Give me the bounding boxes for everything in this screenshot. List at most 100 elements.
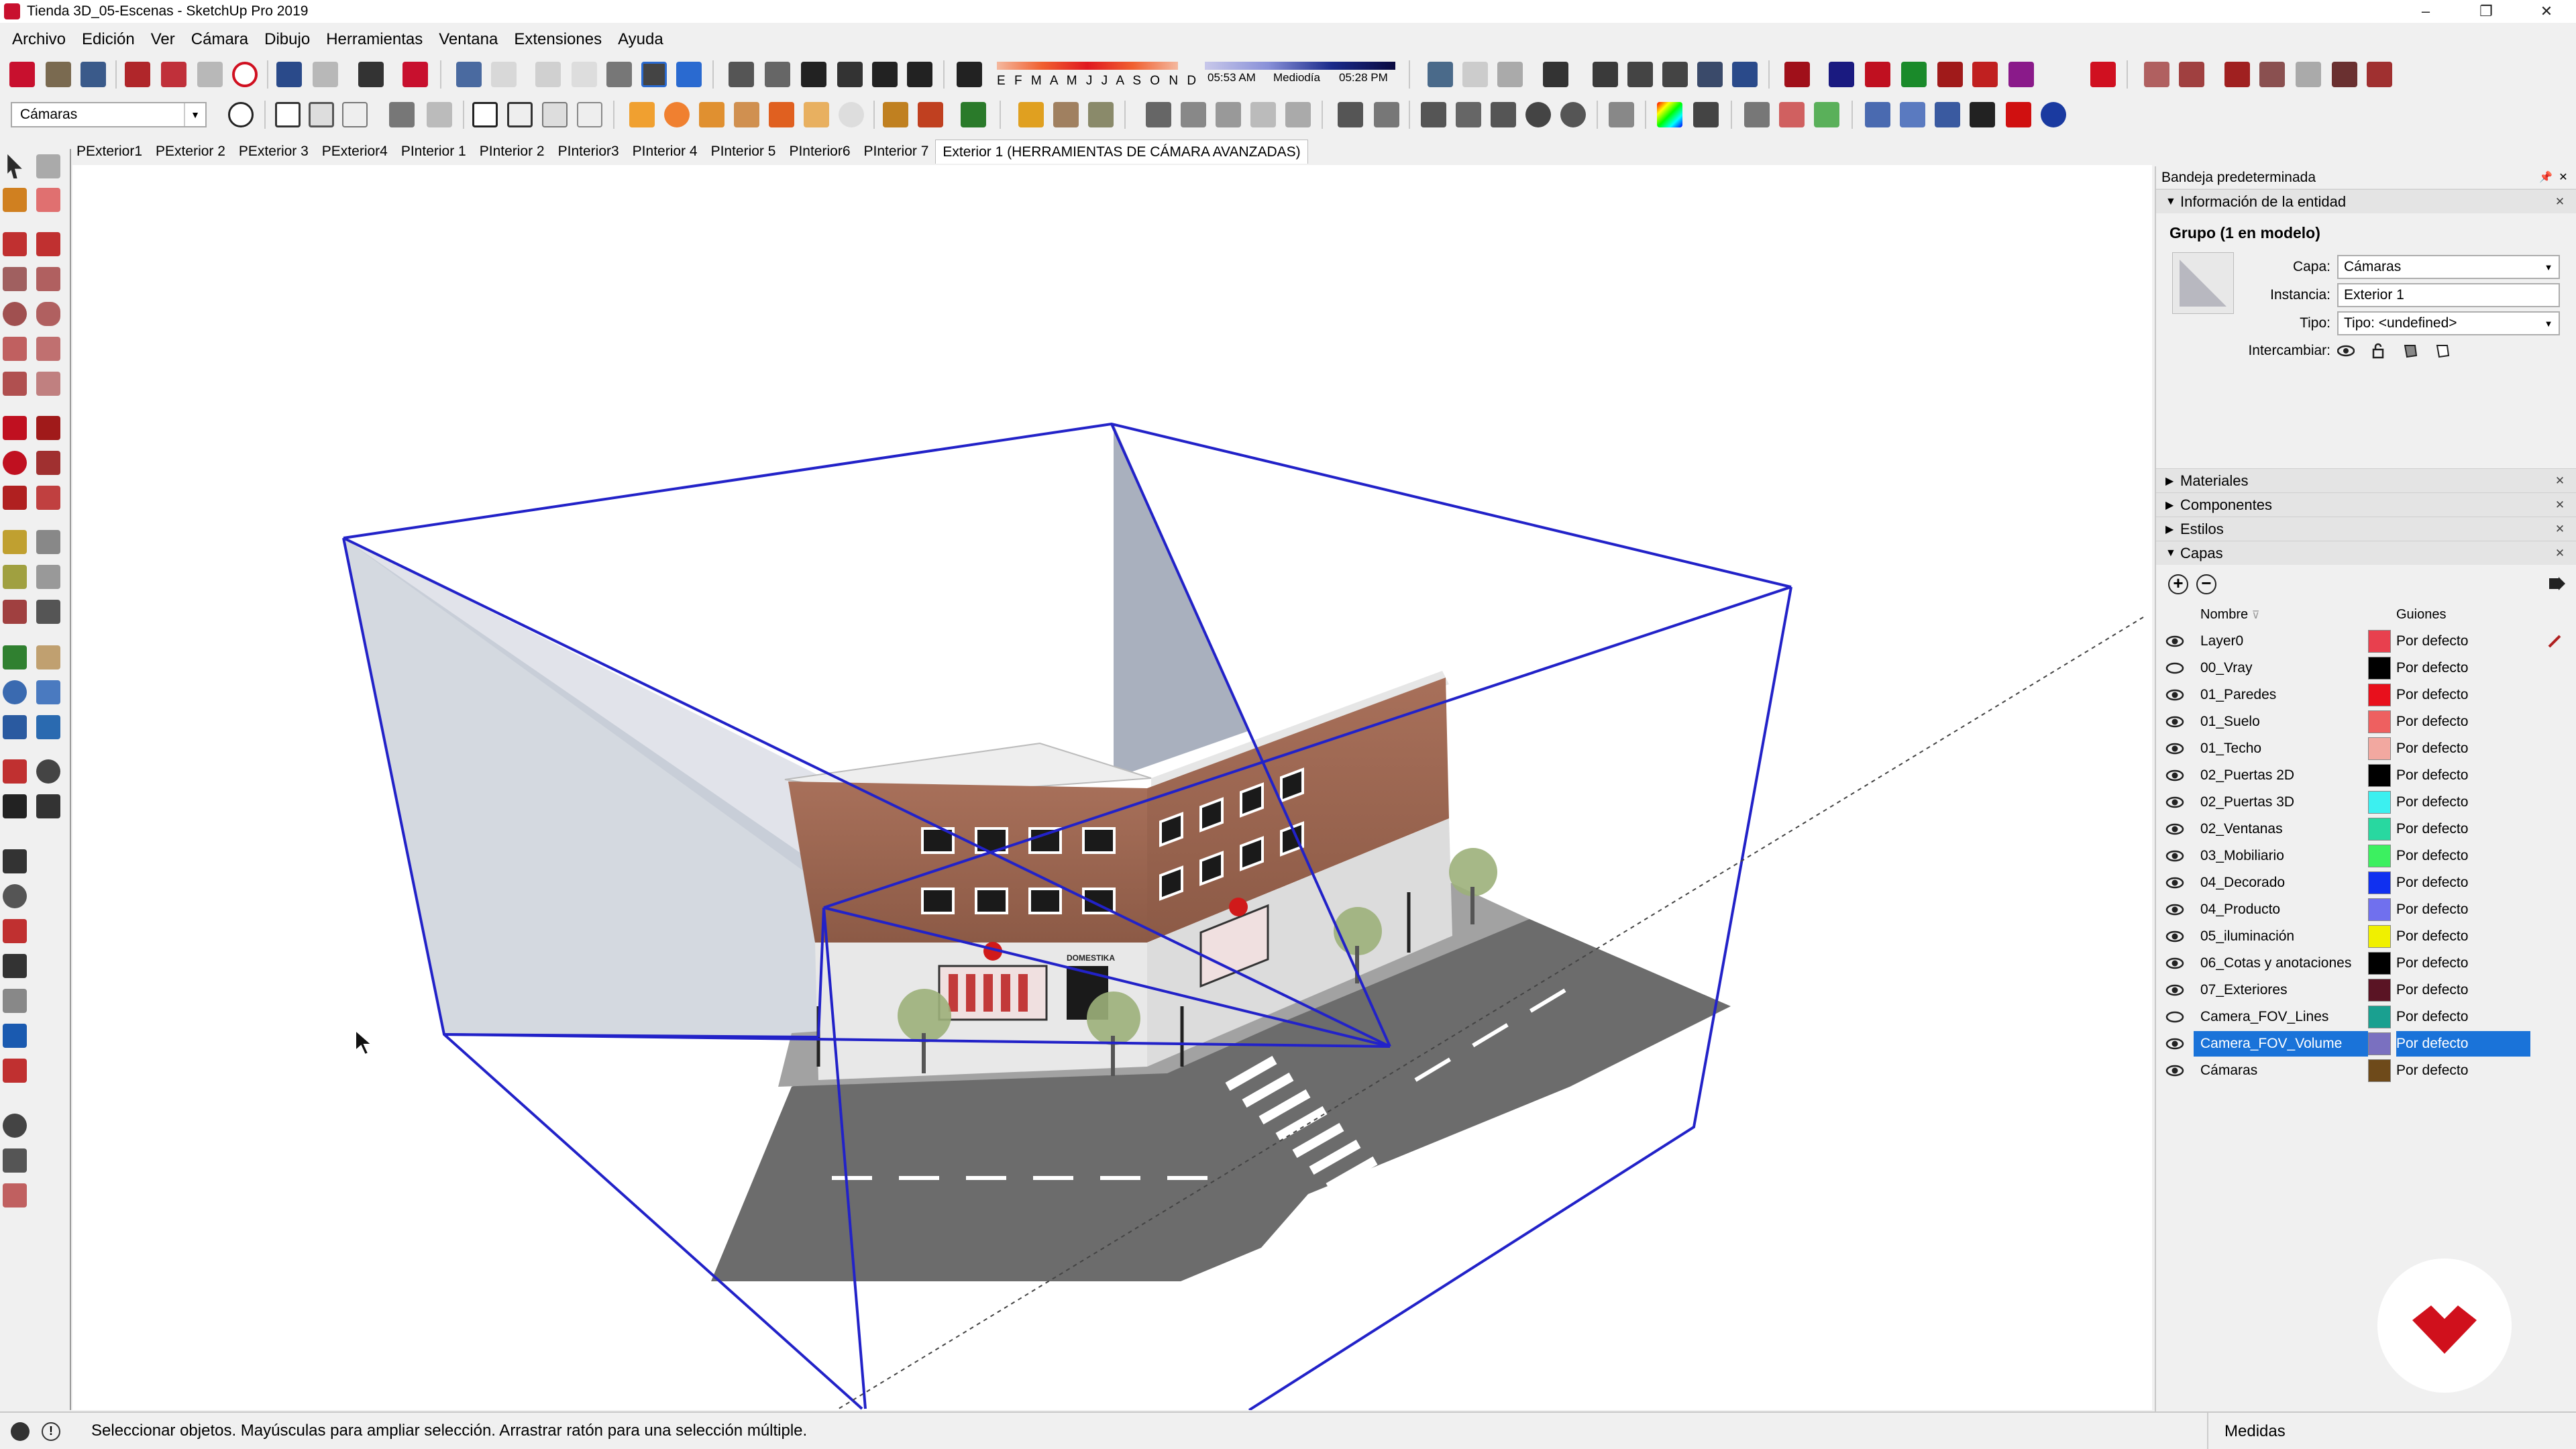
close-button[interactable]: ✕ (2516, 0, 2576, 23)
layer-dashes[interactable]: Por defecto (2396, 982, 2530, 998)
scene-tab[interactable]: PExterior4 (315, 140, 394, 164)
visible-eye-icon[interactable] (2156, 796, 2194, 809)
layer-row[interactable]: 07_Exteriores Por defecto (2156, 977, 2576, 1004)
section-cut-icon[interactable] (1462, 62, 1488, 87)
arc-icon[interactable] (804, 102, 829, 127)
menu-archivo[interactable]: Archivo (4, 30, 74, 49)
protractor-icon[interactable] (699, 102, 724, 127)
visible-eye-icon[interactable] (2156, 715, 2194, 729)
two-point-arc-icon[interactable] (36, 337, 60, 361)
scene-tab[interactable]: PInterior 7 (857, 140, 936, 164)
flip-green-icon[interactable] (1901, 62, 1927, 87)
tool-e-icon[interactable] (1285, 102, 1311, 127)
stamp-icon[interactable] (389, 102, 415, 127)
tool-b-icon[interactable] (1181, 102, 1206, 127)
layer-name[interactable]: Cámaras (2194, 1063, 2368, 1079)
layer-color-swatch[interactable] (2368, 1006, 2391, 1028)
back-edges-icon[interactable] (1627, 62, 1653, 87)
menu-ver[interactable]: Ver (143, 30, 183, 49)
layer-color-swatch[interactable] (2368, 1059, 2391, 1082)
plugin-1-icon[interactable] (2144, 62, 2169, 87)
components-header[interactable]: ▶ Componentes ✕ (2156, 492, 2576, 517)
orbit-icon[interactable] (3, 645, 27, 669)
section-plane-icon[interactable] (1428, 62, 1453, 87)
move-red-icon[interactable] (1784, 62, 1810, 87)
sub-icon[interactable] (1935, 102, 1960, 127)
scene-tab[interactable]: PExterior 3 (232, 140, 315, 164)
skin-icon[interactable] (1865, 102, 1890, 127)
walk-icon[interactable] (3, 794, 27, 818)
layer-dashes[interactable]: Por defecto (2396, 848, 2530, 864)
layer-color-swatch[interactable] (2368, 791, 2391, 814)
color-picker-icon[interactable] (1657, 102, 1682, 127)
pin-icon[interactable]: 📌 (2538, 170, 2553, 185)
layer-row[interactable]: 04_Decorado Por defecto (2156, 869, 2576, 896)
info-icon[interactable]: ! (42, 1422, 60, 1441)
plugin-2-icon[interactable] (2179, 62, 2204, 87)
paint-bucket-icon[interactable] (3, 188, 27, 212)
layer-name[interactable]: Camera_FOV_Lines (2194, 1009, 2368, 1025)
polygon-icon[interactable] (36, 302, 60, 326)
undo-icon[interactable] (276, 62, 302, 87)
text-tool-icon[interactable] (36, 565, 60, 589)
measurements-box[interactable]: Medidas (2207, 1413, 2576, 1449)
layer-name[interactable]: 01_Paredes (2194, 687, 2368, 703)
plugin-7-icon[interactable] (2367, 62, 2392, 87)
camera-frustum-icon[interactable] (3, 919, 27, 943)
tray-close-icon[interactable]: ✕ (2556, 170, 2571, 185)
styles-header[interactable]: ▶ Estilos ✕ (2156, 517, 2576, 541)
section-display-icon[interactable] (472, 102, 498, 127)
layer-row[interactable]: 01_Paredes Por defecto (2156, 682, 2576, 708)
protractor-tool-icon[interactable] (3, 565, 27, 589)
scene-tab[interactable]: PInterior 1 (394, 140, 473, 164)
plugin-5-icon[interactable] (2296, 62, 2321, 87)
hidden-line-icon[interactable] (1697, 62, 1723, 87)
lock-toggle-icon[interactable] (2369, 342, 2387, 360)
layer-row[interactable]: 01_Suelo Por defecto (2156, 708, 2576, 735)
cast-shadows-icon[interactable] (2402, 342, 2419, 360)
tool-d-icon[interactable] (1250, 102, 1276, 127)
layer-color-swatch[interactable] (2368, 898, 2391, 921)
entity-info-header[interactable]: ▼ Información de la entidad ✕ (2156, 189, 2576, 213)
scene-tab-active[interactable]: Exterior 1 (HERRAMIENTAS DE CÁMARA AVANZ… (935, 140, 1308, 164)
copy-icon[interactable] (161, 62, 186, 87)
flip-red-icon[interactable] (1865, 62, 1890, 87)
layer-name[interactable]: 01_Suelo (2194, 714, 2368, 730)
layer-name[interactable]: 05_iluminación (2194, 928, 2368, 945)
layer-selector[interactable]: Cámaras ▼ (11, 102, 207, 127)
restore-button[interactable]: ❐ (2455, 0, 2517, 23)
layer-dashes[interactable]: Por defecto (2396, 821, 2530, 837)
smoove-icon[interactable] (3, 1183, 27, 1208)
scene-tab[interactable]: PInterior 4 (626, 140, 704, 164)
cloud-icon[interactable] (342, 102, 368, 127)
tool-j-icon[interactable] (1491, 102, 1516, 127)
look-around-icon[interactable] (36, 759, 60, 784)
left-view-icon[interactable] (641, 62, 667, 87)
camera-lines-icon[interactable] (3, 954, 27, 978)
menu-camara[interactable]: Cámara (183, 30, 256, 49)
visible-eye-icon[interactable] (2156, 769, 2194, 782)
materials-header[interactable]: ▶ Materiales ✕ (2156, 468, 2576, 492)
layer-name[interactable]: Layer0 (2194, 633, 2368, 649)
layer-color-swatch[interactable] (2368, 925, 2391, 948)
warehouse-icon[interactable] (729, 62, 754, 87)
panel-close-icon[interactable]: ✕ (2553, 498, 2567, 512)
visible-eye-icon[interactable] (2156, 1037, 2194, 1051)
brush-icon[interactable] (629, 102, 655, 127)
save-icon[interactable] (80, 62, 106, 87)
type-dropdown[interactable]: Tipo: <undefined> ▼ (2337, 311, 2560, 335)
tool-a-icon[interactable] (1146, 102, 1171, 127)
top-view-icon[interactable] (491, 62, 517, 87)
tape-measure-icon[interactable] (3, 530, 27, 554)
layer-dashes[interactable]: Por defecto (2396, 875, 2530, 891)
layer-color-swatch[interactable] (2368, 630, 2391, 653)
scene-tab[interactable]: PInterior 2 (473, 140, 551, 164)
scene-tab[interactable]: PExterior1 (70, 140, 149, 164)
layer-name[interactable]: 00_Vray (2194, 660, 2368, 676)
details-arrow-icon[interactable] (2548, 574, 2567, 593)
arc-tool-icon[interactable] (3, 337, 27, 361)
layer-dropdown[interactable]: Cámaras ▼ (2337, 255, 2560, 279)
zoom-icon[interactable] (3, 680, 27, 704)
menu-dibujo[interactable]: Dibujo (256, 30, 318, 49)
layer-color-swatch[interactable] (2368, 657, 2391, 680)
